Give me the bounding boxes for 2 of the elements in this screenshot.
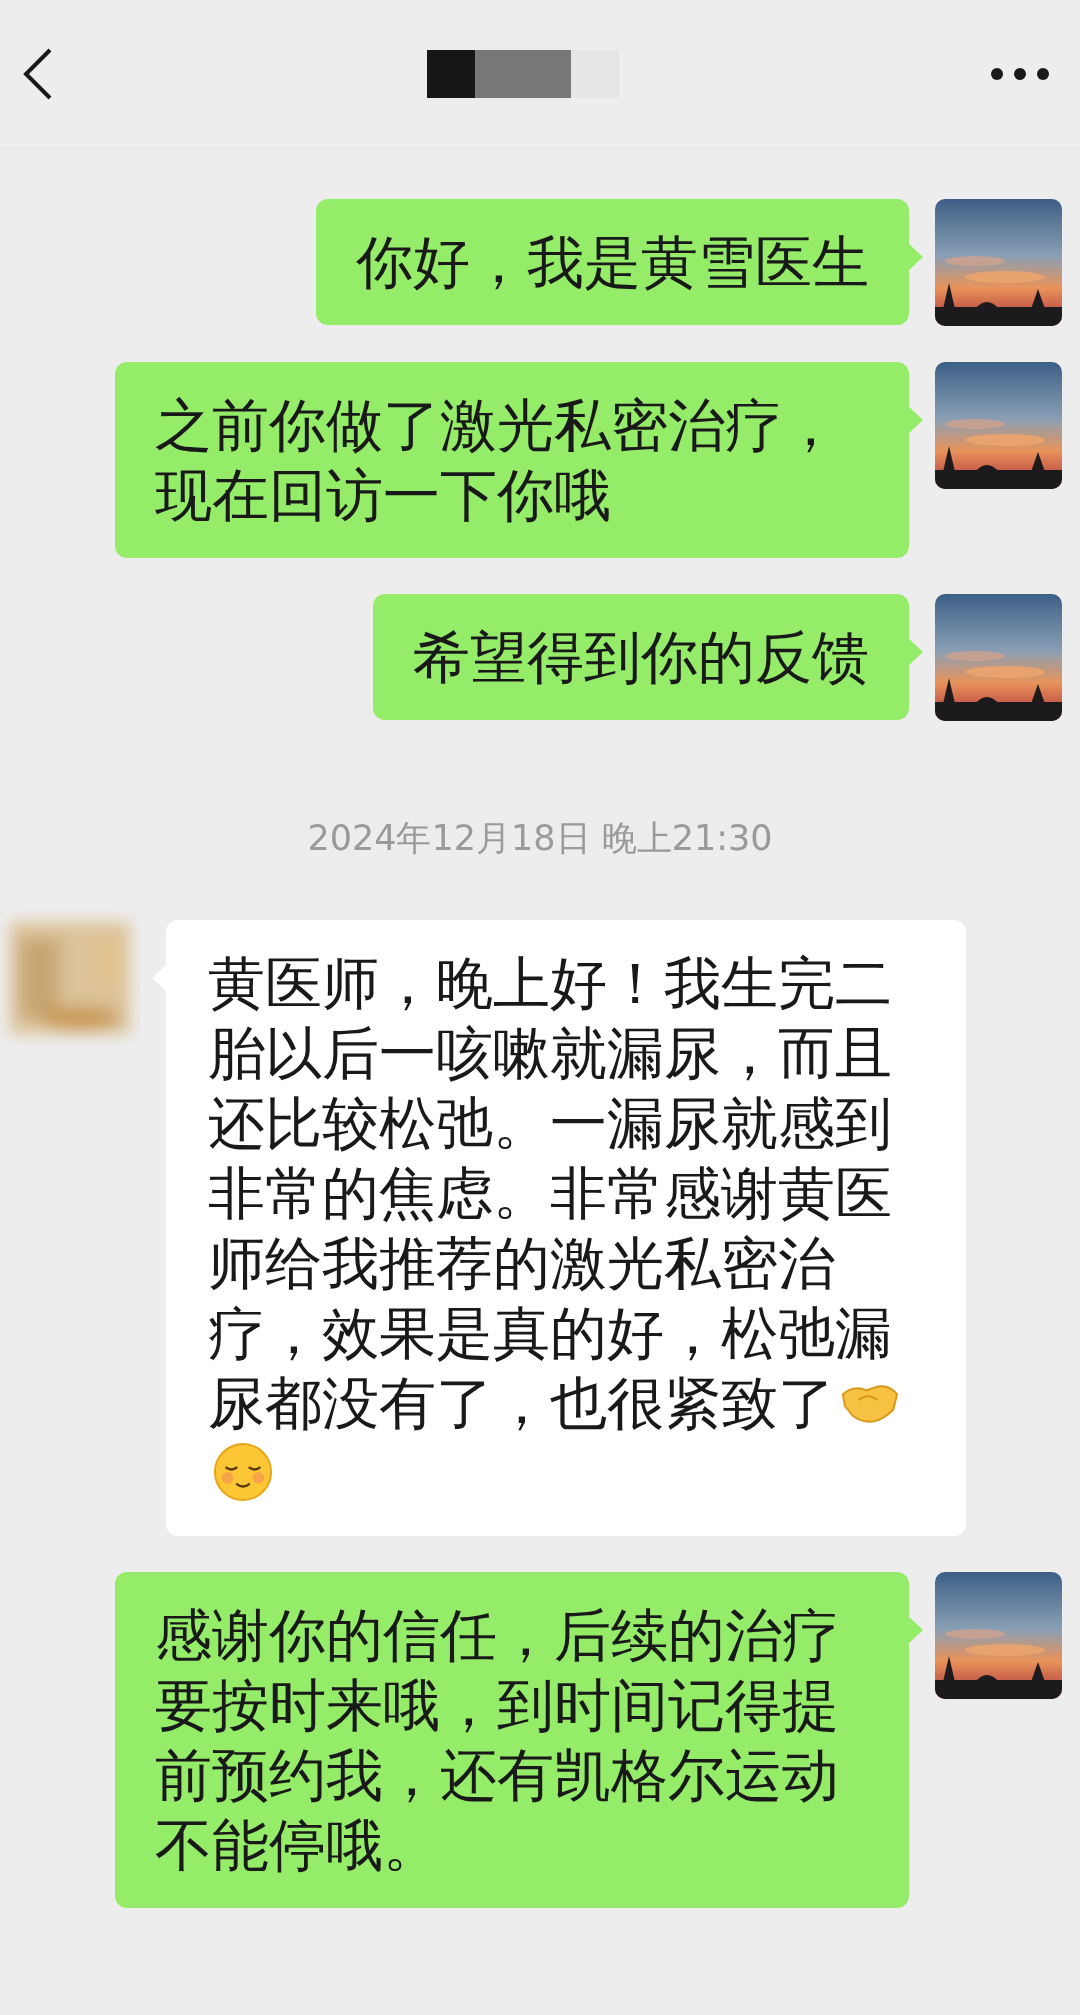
more-icon[interactable] [990,67,1050,81]
message-timestamp: 2024年12月18日 晚上21:30 [307,817,773,860]
